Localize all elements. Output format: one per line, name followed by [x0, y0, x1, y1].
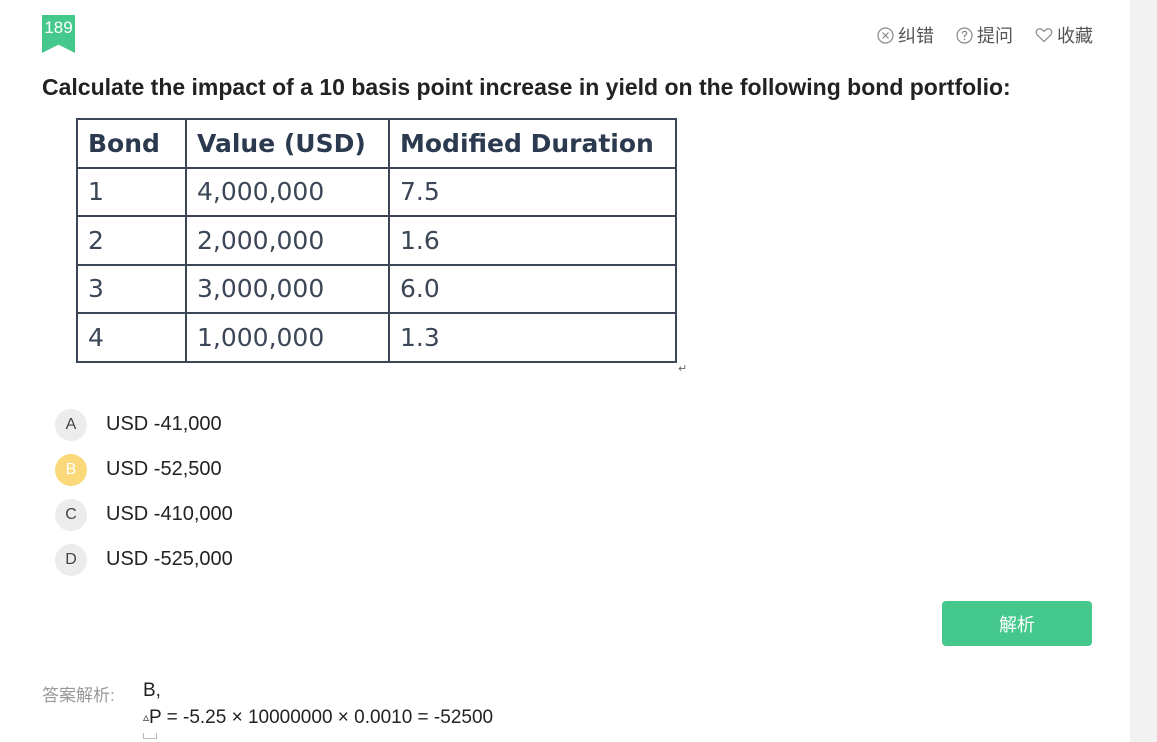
right-gutter: [1130, 0, 1157, 742]
header-duration: Modified Duration: [388, 118, 677, 169]
header-bond: Bond: [76, 118, 187, 169]
cell-duration: 1.3: [388, 312, 677, 363]
answer-options: A USD -41,000 B USD -52,500 C USD -410,0…: [55, 402, 233, 582]
close-circle-icon: [877, 26, 894, 44]
report-error-label: 纠错: [898, 26, 934, 46]
header-value: Value (USD): [185, 118, 390, 169]
table-row: 2 2,000,000 1.6: [76, 215, 677, 266]
answer-choice: B,: [143, 680, 161, 701]
option-text: USD -410,000: [106, 503, 233, 525]
option-letter: A: [55, 408, 87, 441]
bond-table: Bond Value (USD) Modified Duration 1 4,0…: [76, 118, 677, 363]
paragraph-return-mark: ↵: [678, 363, 688, 375]
option-text: USD -52,500: [106, 458, 222, 480]
cell-bond: 3: [76, 263, 187, 314]
cell-bond: 1: [76, 166, 187, 217]
option-b[interactable]: B USD -52,500: [55, 447, 233, 492]
answer-formula: ▵P = -5.25 × 10000000 × 0.0010 = -52500: [143, 707, 493, 729]
cell-value: 4,000,000: [185, 166, 390, 217]
question-number-badge: 189: [42, 15, 75, 53]
cell-duration: 1.6: [388, 215, 677, 266]
cell-bond: 2: [76, 215, 187, 266]
cell-value: 1,000,000: [185, 312, 390, 363]
option-a[interactable]: A USD -41,000: [55, 402, 233, 447]
option-letter: D: [55, 543, 87, 576]
option-letter-selected: B: [55, 453, 87, 486]
analysis-button[interactable]: 解析: [942, 601, 1092, 646]
heart-icon: [1035, 28, 1053, 43]
ask-button[interactable]: 提问: [956, 22, 1013, 48]
cell-duration: 7.5: [388, 166, 677, 217]
question-circle-icon: [956, 26, 973, 44]
table-row: 1 4,000,000 7.5: [76, 166, 677, 217]
table-header-row: Bond Value (USD) Modified Duration: [76, 118, 677, 169]
table-row: 3 3,000,000 6.0: [76, 263, 677, 314]
option-text: USD -41,000: [106, 413, 222, 435]
ask-label: 提问: [977, 26, 1013, 46]
report-error-button[interactable]: 纠错: [877, 22, 934, 48]
option-letter: C: [55, 498, 87, 531]
cell-duration: 6.0: [388, 263, 677, 314]
favorite-label: 收藏: [1057, 26, 1093, 46]
cell-value: 3,000,000: [185, 263, 390, 314]
question-actions: 纠错 提问 收藏: [877, 22, 1093, 48]
question-text: Calculate the impact of a 10 basis point…: [42, 74, 1011, 100]
option-c[interactable]: C USD -410,000: [55, 492, 233, 537]
text-cursor-mark: [143, 733, 157, 739]
option-text: USD -525,000: [106, 548, 233, 570]
answer-analysis-label: 答案解析:: [42, 686, 115, 705]
cell-value: 2,000,000: [185, 215, 390, 266]
favorite-button[interactable]: 收藏: [1035, 22, 1093, 48]
cell-bond: 4: [76, 312, 187, 363]
option-d[interactable]: D USD -525,000: [55, 537, 233, 582]
table-row: 4 1,000,000 1.3: [76, 312, 677, 363]
formula-text: P = -5.25 × 10000000 × 0.0010 = -52500: [149, 707, 494, 728]
